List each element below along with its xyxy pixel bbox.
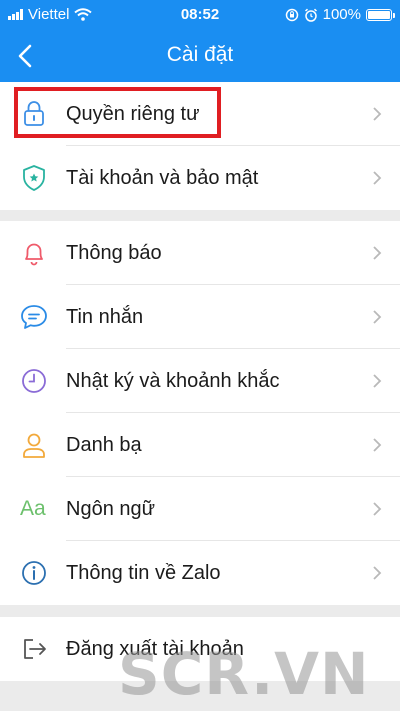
clock-icon xyxy=(22,369,46,393)
watermark-text: SCR.VN xyxy=(118,640,370,708)
row-timeline[interactable]: Nhật ký và khoảnh khắc xyxy=(0,349,400,413)
alarm-icon xyxy=(304,8,317,22)
chat-icon xyxy=(21,305,47,329)
settings-section-general: Thông báo Tin nhắn Nhật ký và khoảnh khắ… xyxy=(0,221,400,605)
person-icon xyxy=(23,433,45,458)
status-right: 100% xyxy=(285,6,395,23)
logout-icon xyxy=(24,639,46,659)
orientation-lock-icon xyxy=(285,8,298,21)
chevron-right-icon xyxy=(373,566,382,580)
chevron-right-icon xyxy=(373,374,382,388)
chevron-right-icon xyxy=(373,310,382,324)
chevron-right-icon xyxy=(373,171,382,185)
page-title: Cài đặt xyxy=(166,43,234,66)
language-icon: Aa xyxy=(20,497,46,520)
row-language[interactable]: Aa Ngôn ngữ xyxy=(0,477,400,541)
chevron-right-icon xyxy=(373,502,382,516)
chevron-right-icon xyxy=(373,246,382,260)
status-bar: Viettel 08:52 100% xyxy=(0,0,400,30)
row-account-security[interactable]: Tài khoản và bảo mật xyxy=(0,146,400,210)
battery-icon xyxy=(366,8,395,21)
chevron-right-icon xyxy=(373,438,382,452)
row-about-zalo[interactable]: Thông tin về Zalo xyxy=(0,541,400,605)
bell-icon xyxy=(25,243,43,266)
row-label: Nhật ký và khoảnh khắc xyxy=(66,370,280,392)
row-notifications[interactable]: Thông báo xyxy=(0,221,400,285)
info-icon xyxy=(22,561,46,585)
row-label: Danh bạ xyxy=(66,434,142,456)
nav-bar: Cài đặt xyxy=(0,30,400,82)
battery-percent: 100% xyxy=(322,6,361,23)
chevron-right-icon xyxy=(373,107,382,121)
shield-icon xyxy=(23,165,45,191)
row-label: Thông báo xyxy=(66,242,162,264)
row-contacts[interactable]: Danh bạ xyxy=(0,413,400,477)
row-label: Tin nhắn xyxy=(66,306,144,328)
row-label: Ngôn ngữ xyxy=(66,498,156,520)
row-messages[interactable]: Tin nhắn xyxy=(0,285,400,349)
row-label: Thông tin về Zalo xyxy=(66,562,221,584)
row-label: Tài khoản và bảo mật xyxy=(66,167,259,189)
highlight-box xyxy=(14,87,221,138)
